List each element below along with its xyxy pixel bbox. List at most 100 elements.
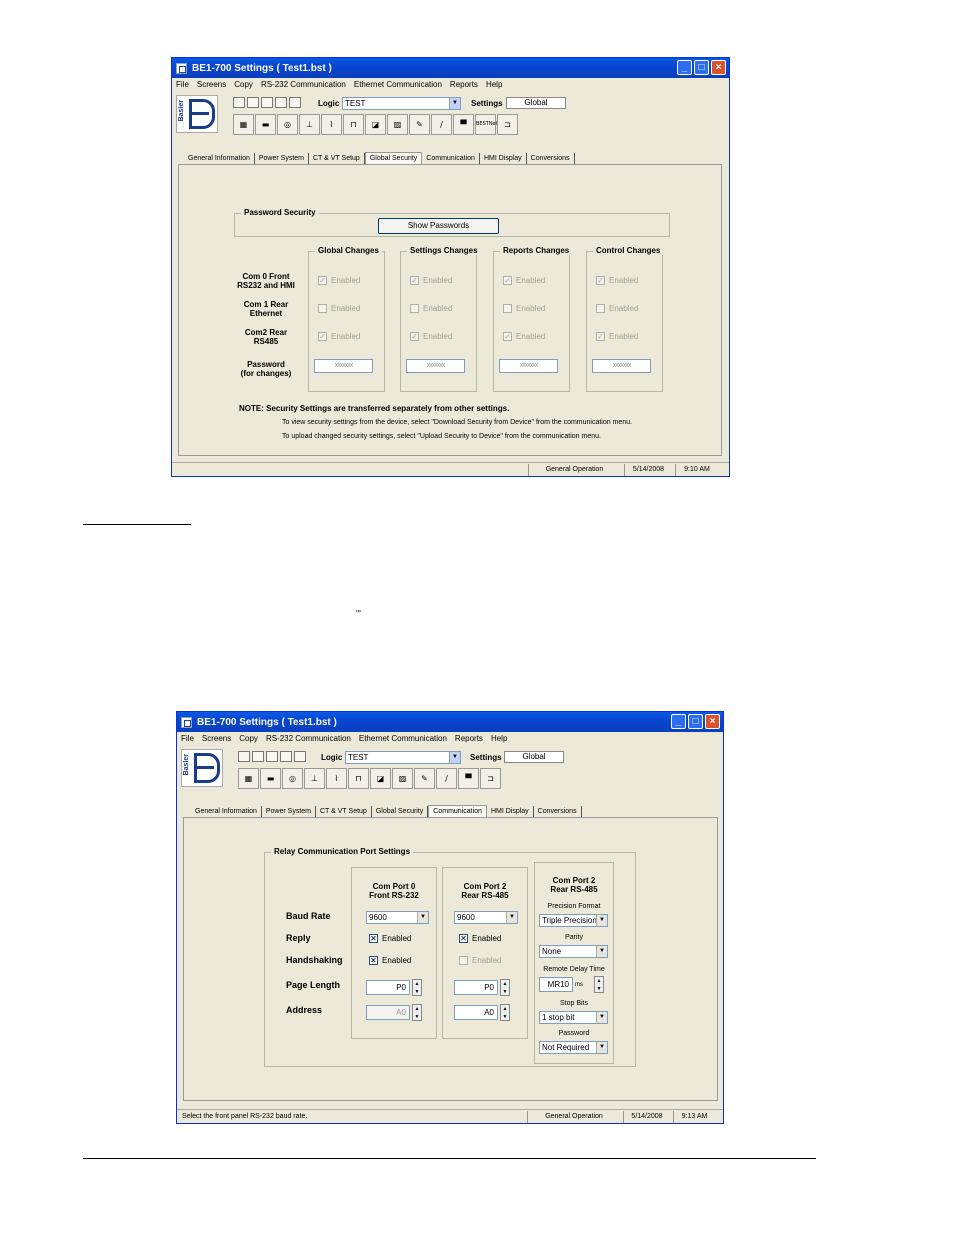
menu-ethernet[interactable]: Ethernet Communication	[359, 732, 447, 745]
menu-help[interactable]: Help	[491, 732, 507, 745]
checkbox-com2-reports[interactable]: ✓ Enabled	[503, 332, 545, 341]
power-system-icon[interactable]: ▬	[260, 768, 281, 789]
tc-icon[interactable]: ▀	[458, 768, 479, 789]
checkbox-com0-control[interactable]: ✓ Enabled	[596, 276, 638, 285]
menu-help[interactable]: Help	[486, 78, 502, 91]
com0-page-length-input[interactable]: P0	[366, 980, 410, 995]
connect-icon[interactable]: ⊐	[497, 114, 518, 135]
password-select[interactable]: Not Required ▼	[539, 1041, 608, 1054]
com2-page-length-stepper[interactable]: ▲ ▼	[500, 979, 510, 996]
overcurrent-icon[interactable]: ⊥	[299, 114, 320, 135]
maximize-button[interactable]: □	[694, 60, 709, 75]
checkbox-com1-global[interactable]: Enabled	[318, 304, 360, 313]
connect-icon[interactable]: ⊐	[480, 768, 501, 789]
com0-baud-select[interactable]: 9600 ▼	[366, 911, 429, 924]
close-button[interactable]: ×	[711, 60, 726, 75]
print-icon[interactable]	[280, 751, 292, 762]
com2-reply-checkbox[interactable]: ✕ Enabled	[459, 934, 501, 943]
relay-icon[interactable]: ◪	[370, 768, 391, 789]
print-preview-icon[interactable]	[294, 751, 306, 762]
save-icon[interactable]	[261, 97, 273, 108]
tc-icon[interactable]: ▀	[453, 114, 474, 135]
password-field-settings[interactable]: xxxxxxx	[406, 359, 465, 373]
save-icon[interactable]	[266, 751, 278, 762]
checkbox-com0-global[interactable]: ✓ Enabled	[318, 276, 360, 285]
minimize-button[interactable]: _	[677, 60, 692, 75]
menu-copy[interactable]: Copy	[239, 732, 258, 745]
title-bar[interactable]: BE1-700 Settings ( Test1.bst ) _ □ ×	[177, 712, 723, 732]
parity-select[interactable]: None ▼	[539, 945, 608, 958]
checkbox-com1-settings[interactable]: Enabled	[410, 304, 452, 313]
com0-page-length-stepper[interactable]: ▲ ▼	[412, 979, 422, 996]
com-port-2-rs485-header: Com Port 2 Rear RS-485	[550, 876, 598, 894]
remote-delay-input[interactable]: MR10	[539, 977, 573, 992]
logic-select[interactable]: TEST ▼	[342, 97, 461, 110]
overcurrent-icon[interactable]: ⊥	[304, 768, 325, 789]
close-button[interactable]: ×	[705, 714, 720, 729]
checkbox-com1-control[interactable]: Enabled	[596, 304, 638, 313]
open-folder-icon[interactable]	[247, 97, 259, 108]
logic-select[interactable]: TEST ▼	[345, 751, 461, 764]
meter-icon[interactable]: ◎	[282, 768, 303, 789]
menu-screens[interactable]: Screens	[202, 732, 231, 745]
com2-page-length-input[interactable]: P0	[454, 980, 498, 995]
status-mode: General Operation	[527, 1111, 620, 1123]
maximize-button[interactable]: □	[688, 714, 703, 729]
power-system-icon[interactable]: ▬	[255, 114, 276, 135]
checkbox-com0-settings[interactable]: ✓ Enabled	[410, 276, 452, 285]
open-folder-icon[interactable]	[252, 751, 264, 762]
com2-baud-select[interactable]: 9600 ▼	[454, 911, 518, 924]
basler-b-icon	[194, 753, 220, 783]
menu-ethernet[interactable]: Ethernet Communication	[354, 78, 442, 91]
checkmark-icon: ✕	[459, 934, 468, 943]
checkbox-com2-global[interactable]: ✓ Enabled	[318, 332, 360, 341]
waveform-icon[interactable]: ⌇	[326, 768, 347, 789]
com0-reply-checkbox[interactable]: ✕ Enabled	[369, 934, 411, 943]
checkbox-com2-settings[interactable]: ✓ Enabled	[410, 332, 452, 341]
timer-icon[interactable]: ▨	[392, 768, 413, 789]
menu-rs232[interactable]: RS-232 Communication	[266, 732, 351, 745]
menu-reports[interactable]: Reports	[455, 732, 483, 745]
current-icon[interactable]: ∕	[436, 768, 457, 789]
menu-file[interactable]: File	[176, 78, 189, 91]
title-bar[interactable]: BE1-700 Settings ( Test1.bst ) _ □ ×	[172, 58, 729, 78]
pulse-icon[interactable]: ⊓	[343, 114, 364, 135]
print-preview-icon[interactable]	[289, 97, 301, 108]
minimize-button[interactable]: _	[671, 714, 686, 729]
checkbox-com0-reports[interactable]: ✓ Enabled	[503, 276, 545, 285]
tab-communication[interactable]: Communication	[428, 805, 487, 817]
probe-icon[interactable]: ✎	[409, 114, 430, 135]
new-file-icon[interactable]	[233, 97, 245, 108]
password-field-control[interactable]: xxxxxxx	[592, 359, 651, 373]
probe-icon[interactable]: ✎	[414, 768, 435, 789]
com2-address-stepper[interactable]: ▲ ▼	[500, 1004, 510, 1021]
general-info-icon[interactable]: ▦	[238, 768, 259, 789]
communication-panel: Relay Communication Port Settings Baud R…	[183, 817, 718, 1101]
timer-icon[interactable]: ▨	[387, 114, 408, 135]
remote-delay-stepper[interactable]: ▲ ▼	[594, 976, 604, 993]
menu-reports[interactable]: Reports	[450, 78, 478, 91]
show-passwords-button[interactable]: Show Passwords	[378, 218, 499, 234]
new-file-icon[interactable]	[238, 751, 250, 762]
current-icon[interactable]: ∕	[431, 114, 452, 135]
waveform-icon[interactable]: ⌇	[321, 114, 342, 135]
tab-global-security[interactable]: Global Security	[364, 152, 423, 164]
checkbox-com2-control[interactable]: ✓ Enabled	[596, 332, 638, 341]
print-icon[interactable]	[275, 97, 287, 108]
relay-icon[interactable]: ◪	[365, 114, 386, 135]
meter-icon[interactable]: ◎	[277, 114, 298, 135]
bestnet-icon[interactable]: BESTNet	[475, 114, 498, 135]
menu-file[interactable]: File	[181, 732, 194, 745]
menu-rs232[interactable]: RS-232 Communication	[261, 78, 346, 91]
menu-copy[interactable]: Copy	[234, 78, 253, 91]
precision-format-select[interactable]: Triple Precision ▼	[539, 914, 608, 927]
checkbox-com1-reports[interactable]: Enabled	[503, 304, 545, 313]
stop-bits-select[interactable]: 1 stop bit ▼	[539, 1011, 608, 1024]
general-info-icon[interactable]: ▦	[233, 114, 254, 135]
password-field-global[interactable]: xxxxxxx	[314, 359, 373, 373]
menu-screens[interactable]: Screens	[197, 78, 226, 91]
com0-handshaking-checkbox[interactable]: ✕ Enabled	[369, 956, 411, 965]
password-field-reports[interactable]: xxxxxxx	[499, 359, 558, 373]
pulse-icon[interactable]: ⊓	[348, 768, 369, 789]
com2-address-input[interactable]: A0	[454, 1005, 498, 1020]
